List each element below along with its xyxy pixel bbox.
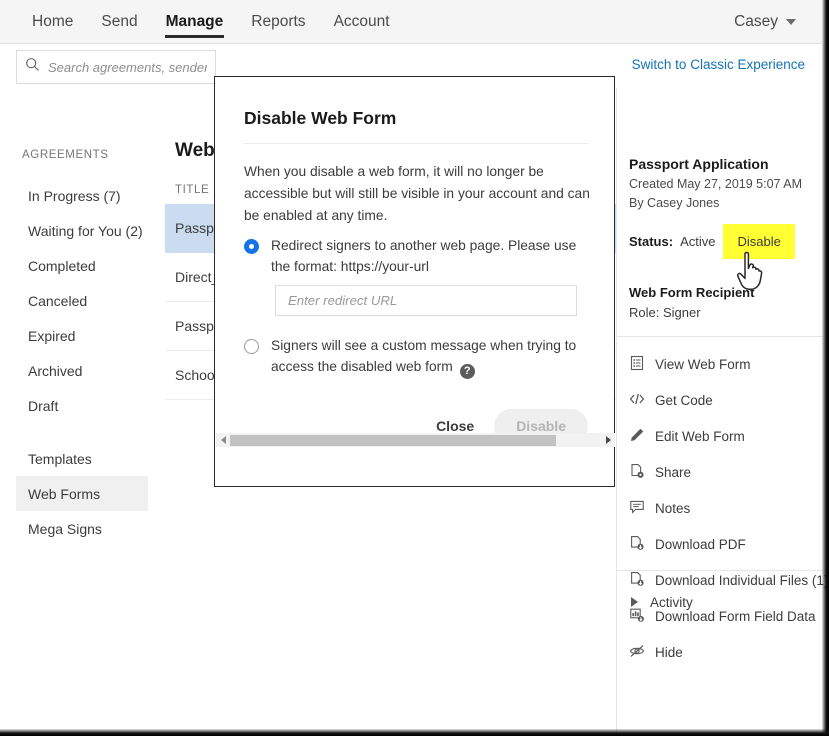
redirect-url-input[interactable]: Enter redirect URL [275,285,577,316]
redirect-option[interactable]: Redirect signers to another web page. Pl… [244,235,592,277]
radio-custom-message[interactable] [244,339,259,354]
custom-message-option[interactable]: Signers will see a custom message when t… [244,335,592,379]
web-form-recipient-role: Role: Signer [629,305,701,320]
detail-panel: Passport Application Created May 27, 201… [616,88,828,733]
activity-label: Activity [650,594,693,610]
action-hide[interactable]: Hide [617,634,823,670]
action-edit-web-form[interactable]: Edit Web Form [617,418,823,454]
app-window: Home Send Manage Reports Account Casey S… [0,0,829,736]
switch-to-classic-experience-link[interactable]: Switch to Classic Experience [632,57,805,72]
column-header-title: TITLE [175,184,210,196]
pencil-icon [629,427,645,446]
code-icon [629,391,645,410]
disable-web-form-dialog: Disable Web Form When you disable a web … [214,76,615,487]
actions-list: View Web Form Get Code Edit Web Form Sha… [617,346,828,670]
nav-items: Home Send Manage Reports Account [18,0,404,44]
nav-item-home[interactable]: Home [18,0,87,44]
user-name-label: Casey [734,13,778,30]
sidebar-item-templates[interactable]: Templates [16,441,148,476]
activity-section-toggle[interactable]: Activity [617,586,823,618]
top-navigation-bar: Home Send Manage Reports Account Casey [0,0,822,44]
page-title: Web [175,140,215,161]
search-input[interactable]: Search agreements, senders, r [16,50,216,84]
search-placeholder: Search agreements, senders, r [48,59,207,75]
status-badge: Active [680,234,716,249]
sidebar-item-in-progress[interactable]: In Progress (7) [16,178,148,213]
redirect-option-label: Redirect signers to another web page. Pl… [271,238,577,274]
scrollbar-thumb[interactable] [230,434,557,446]
panel-divider-bottom [617,570,823,571]
action-view-web-form[interactable]: View Web Form [617,346,823,382]
action-get-code[interactable]: Get Code [617,382,823,418]
action-share[interactable]: Share [617,454,823,490]
scroll-left-arrow-icon[interactable] [216,436,230,444]
window-bottom-edge [0,729,829,736]
chevron-down-icon [786,19,796,25]
radio-redirect[interactable] [244,239,259,254]
agreement-title: Passport Application [629,156,769,172]
sidebar-item-expired[interactable]: Expired [16,318,148,353]
user-menu[interactable]: Casey [734,0,796,44]
sidebar-divider [16,423,148,441]
search-icon [25,57,40,77]
custom-message-option-label: Signers will see a custom message when t… [271,338,577,379]
help-icon[interactable]: ? [459,364,475,379]
dialog-body-text: When you disable a web form, it will no … [244,164,590,223]
status-row: Status: Active Disable [629,224,795,259]
sidebar-item-draft[interactable]: Draft [16,388,148,423]
document-list-icon [629,355,645,374]
disable-action-highlight: Disable [723,224,795,259]
scroll-right-arrow-icon[interactable] [601,436,615,444]
share-icon [629,463,645,482]
scrollbar-track[interactable] [230,434,601,446]
agreement-author: By Casey Jones [629,196,720,210]
sidebar-item-mega-signs[interactable]: Mega Signs [16,511,148,546]
action-label: Share [655,464,692,480]
dialog-horizontal-scrollbar[interactable] [216,433,615,447]
agreement-created-date: Created May 27, 2019 5:07 AM [629,177,803,191]
nav-item-manage[interactable]: Manage [152,0,238,44]
action-label: Hide [655,644,683,660]
sidebar-item-canceled[interactable]: Canceled [16,283,148,318]
nav-item-send[interactable]: Send [87,0,151,44]
status-label: Status: [629,234,674,249]
chevron-right-icon [631,597,638,607]
disable-link[interactable]: Disable [737,234,780,249]
action-label: Download PDF [655,536,746,552]
action-label: Get Code [655,392,713,408]
nav-item-reports[interactable]: Reports [237,0,319,44]
hide-eye-icon [629,643,645,662]
action-label: Edit Web Form [655,428,745,444]
window-right-edge [822,0,829,736]
dialog-title: Disable Web Form [244,108,397,128]
nav-item-account[interactable]: Account [320,0,404,44]
sidebar-item-waiting-for-you[interactable]: Waiting for You (2) [16,213,148,248]
sidebar-nav: In Progress (7) Waiting for You (2) Comp… [16,178,148,546]
action-label: View Web Form [655,356,751,372]
note-icon [629,499,645,518]
panel-divider [617,336,823,337]
action-notes[interactable]: Notes [617,490,823,526]
sidebar-item-web-forms[interactable]: Web Forms [16,476,148,511]
dialog-title-divider [244,143,588,144]
redirect-url-placeholder: Enter redirect URL [288,293,398,308]
action-download-pdf[interactable]: Download PDF [617,526,823,562]
action-label: Notes [655,500,691,516]
sidebar-group-agreements: AGREEMENTS [22,149,109,161]
download-pdf-icon [629,535,645,554]
sidebar-item-archived[interactable]: Archived [16,353,148,388]
sidebar-item-completed[interactable]: Completed [16,248,148,283]
web-form-recipient-label: Web Form Recipient [629,285,755,300]
